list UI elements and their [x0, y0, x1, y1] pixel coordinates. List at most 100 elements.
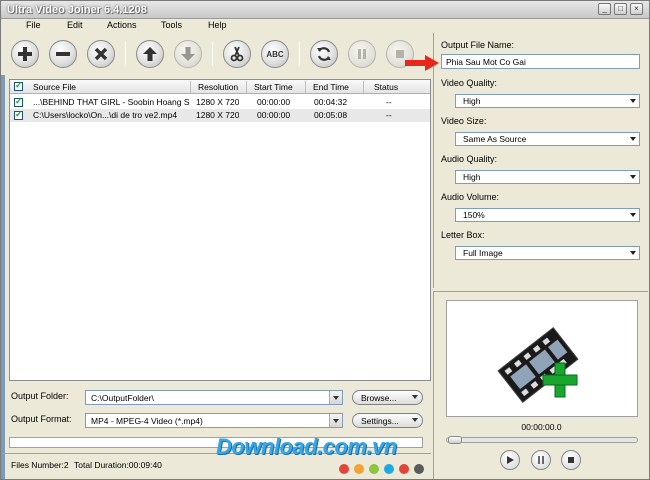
- watermark-dot: [354, 464, 364, 474]
- preview-window: [446, 300, 638, 417]
- video-size-select[interactable]: Same As Source: [455, 132, 640, 146]
- browse-button[interactable]: Browse...: [352, 390, 423, 405]
- watermark-dot: [369, 464, 379, 474]
- move-down-button[interactable]: [174, 40, 202, 68]
- video-quality-select[interactable]: High: [455, 94, 640, 108]
- column-header-source[interactable]: Source File: [33, 82, 76, 92]
- close-button[interactable]: ×: [630, 3, 643, 15]
- cut-button[interactable]: [223, 40, 251, 68]
- chevron-down-icon: [630, 251, 636, 255]
- plus-icon: [18, 47, 32, 61]
- letter-box-label: Letter Box:: [441, 230, 485, 240]
- audio-quality-value: High: [463, 172, 481, 182]
- add-button[interactable]: [11, 40, 39, 68]
- column-header-end[interactable]: End Time: [313, 82, 349, 92]
- row-checkbox[interactable]: [14, 109, 23, 120]
- letter-box-value: Full Image: [463, 248, 503, 258]
- title-bar: Ultra Video Joiner 6.4.1208 _ □ ×: [1, 1, 649, 19]
- output-folder-value: C:\OutputFolder\: [91, 393, 154, 403]
- toolbar: ABC: [1, 33, 431, 75]
- play-icon: [507, 456, 514, 464]
- chevron-down-icon: [412, 418, 418, 422]
- play-button[interactable]: [500, 450, 520, 470]
- arrow-up-icon: [143, 47, 157, 61]
- audio-quality-label: Audio Quality:: [441, 154, 498, 164]
- menu-actions[interactable]: Actions: [107, 19, 137, 30]
- menu-bar: File Edit Actions Tools Help: [1, 19, 649, 33]
- pause-button[interactable]: [348, 40, 376, 68]
- remove-button[interactable]: [49, 40, 77, 68]
- chevron-down-icon[interactable]: [329, 391, 342, 404]
- minimize-button[interactable]: _: [598, 3, 611, 15]
- seek-thumb[interactable]: [448, 436, 462, 444]
- menu-file[interactable]: File: [26, 19, 41, 30]
- watermark-dots: [339, 464, 424, 474]
- column-header-status[interactable]: Status: [374, 82, 398, 92]
- output-file-name-input[interactable]: Phia Sau Mot Co Gai: [441, 54, 640, 69]
- red-arrow-annotation: [405, 55, 439, 71]
- settings-button[interactable]: Settings...: [352, 413, 423, 428]
- table-row[interactable]: C:\Users\locko\On...\di de tro ve2.mp4 1…: [10, 109, 430, 122]
- watermark-dot: [339, 464, 349, 474]
- row-source: C:\Users\locko\On...\di de tro ve2.mp4: [33, 110, 178, 120]
- menu-edit[interactable]: Edit: [67, 19, 83, 30]
- row-checkbox[interactable]: [14, 96, 23, 107]
- column-header-resolution[interactable]: Resolution: [198, 82, 238, 92]
- table-row[interactable]: ...\BEHIND THAT GIRL - Soobin Hoang Sơn …: [10, 96, 430, 109]
- file-list[interactable]: Source File Resolution Start Time End Ti…: [9, 79, 431, 381]
- chevron-down-icon[interactable]: [329, 414, 342, 427]
- menu-tools[interactable]: Tools: [161, 19, 182, 30]
- column-header-start[interactable]: Start Time: [254, 82, 293, 92]
- audio-volume-value: 150%: [463, 210, 485, 220]
- pause-icon: [358, 49, 366, 59]
- output-file-name-label: Output File Name:: [441, 40, 515, 50]
- audio-volume-label: Audio Volume:: [441, 192, 500, 202]
- stop-icon: [568, 457, 574, 463]
- menu-help[interactable]: Help: [208, 19, 227, 30]
- rename-button[interactable]: ABC: [261, 40, 289, 68]
- toolbar-separator: [299, 42, 300, 66]
- output-folder-combo[interactable]: C:\OutputFolder\: [85, 390, 343, 405]
- video-size-label: Video Size:: [441, 116, 487, 126]
- left-edge: [1, 33, 5, 479]
- settings-label: Settings...: [361, 416, 399, 426]
- window-controls: _ □ ×: [598, 3, 643, 15]
- column-divider: [305, 81, 306, 93]
- watermark-logo: Download.com.vn: [216, 434, 397, 459]
- watermark-dot: [399, 464, 409, 474]
- seek-slider[interactable]: [446, 436, 638, 444]
- abc-icon: ABC: [266, 49, 284, 59]
- clear-button[interactable]: [87, 40, 115, 68]
- letter-box-select[interactable]: Full Image: [455, 246, 640, 260]
- video-add-icon: [497, 326, 579, 404]
- audio-volume-select[interactable]: 150%: [455, 208, 640, 222]
- column-divider: [246, 81, 247, 93]
- column-divider: [190, 81, 191, 93]
- refresh-icon: [317, 47, 331, 61]
- maximize-button[interactable]: □: [614, 3, 627, 15]
- preview-timecode: 00:00:00.0: [521, 422, 562, 432]
- convert-button[interactable]: [310, 40, 338, 68]
- chevron-down-icon: [412, 395, 418, 399]
- select-all-checkbox[interactable]: [14, 80, 23, 91]
- chevron-down-icon: [630, 137, 636, 141]
- watermark-dot: [384, 464, 394, 474]
- watermark-dot: [414, 464, 424, 474]
- preview-stop-button[interactable]: [561, 450, 581, 470]
- output-folder-label: Output Folder:: [11, 391, 69, 401]
- window-title: Ultra Video Joiner 6.4.1208: [7, 4, 147, 16]
- files-number: Files Number:2: [11, 460, 69, 470]
- pause-icon: [538, 456, 544, 464]
- video-quality-value: High: [463, 96, 481, 106]
- preview-panel: 00:00:00.0: [433, 291, 648, 479]
- output-file-name-value: Phia Sau Mot Co Gai: [446, 57, 526, 67]
- browse-label: Browse...: [361, 393, 397, 403]
- output-format-combo[interactable]: MP4 - MPEG-4 Video (*.mp4): [85, 413, 343, 428]
- settings-panel: Output File Name: Phia Sau Mot Co Gai Vi…: [433, 33, 648, 288]
- move-up-button[interactable]: [136, 40, 164, 68]
- chevron-down-icon: [630, 175, 636, 179]
- preview-pause-button[interactable]: [531, 450, 551, 470]
- app-window: Ultra Video Joiner 6.4.1208 _ □ × File E…: [0, 0, 650, 480]
- table-header: Source File Resolution Start Time End Ti…: [10, 80, 430, 94]
- audio-quality-select[interactable]: High: [455, 170, 640, 184]
